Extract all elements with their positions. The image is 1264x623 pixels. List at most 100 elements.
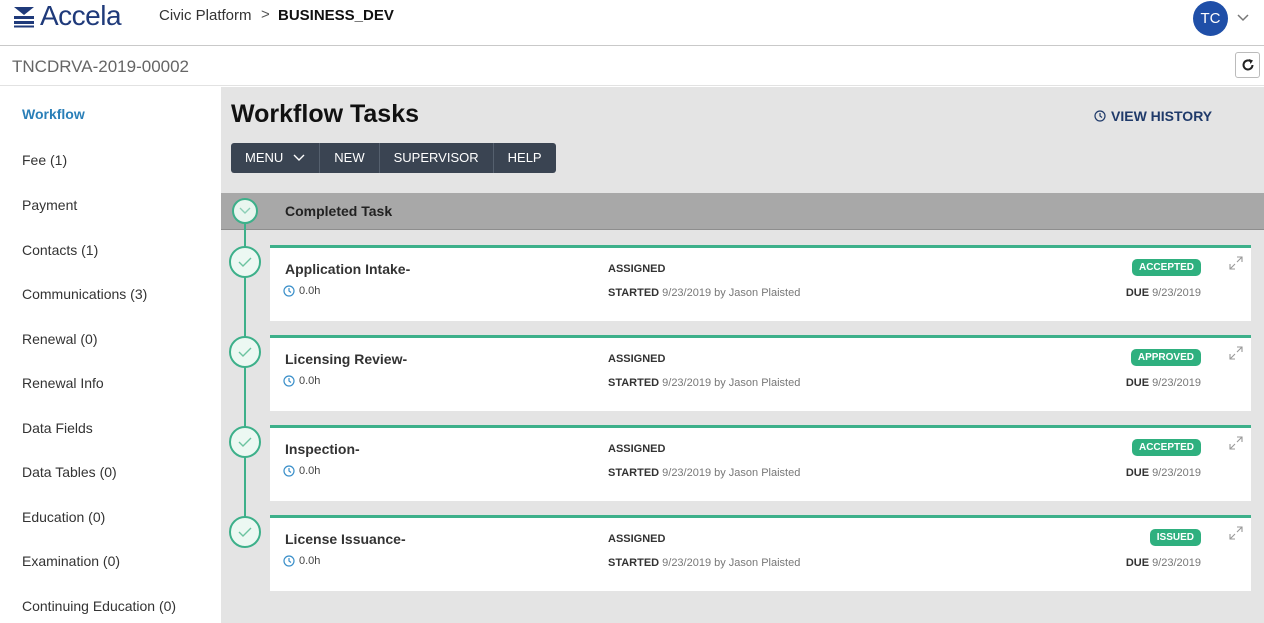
task-due-value: 9/23/2019 (1152, 377, 1201, 389)
task-duration: 0.0h (283, 465, 320, 477)
clock-icon (283, 285, 295, 297)
clock-icon (283, 375, 295, 387)
section-label: Completed Task (285, 203, 393, 219)
task-due-value: 9/23/2019 (1152, 287, 1201, 299)
help-button[interactable]: HELP (494, 143, 556, 173)
task-status-dot (229, 336, 261, 368)
task-due: DUE 9/23/2019 (1126, 377, 1201, 389)
check-icon (238, 257, 252, 267)
sidebar-item-communications[interactable]: Communications (3) (10, 273, 219, 315)
task-started: STARTED 9/23/2019 by Jason Plaisted (608, 377, 800, 389)
task-name[interactable]: Inspection- (285, 441, 360, 457)
expand-icon[interactable] (1228, 435, 1244, 451)
view-history-label: VIEW HISTORY (1111, 108, 1213, 124)
task-due-value: 9/23/2019 (1152, 557, 1201, 569)
task-due-label: DUE (1125, 467, 1150, 479)
menu-button[interactable]: MENU (231, 143, 321, 173)
task-name[interactable]: Licensing Review- (285, 351, 407, 367)
refresh-icon (1242, 59, 1253, 71)
task-due-label: DUE (1125, 377, 1150, 389)
clock-icon (283, 465, 295, 477)
status-badge: ACCEPTED (1131, 259, 1201, 276)
task-started-value: 9/23/2019 by Jason Plaisted (662, 557, 801, 569)
task-duration-value: 0.0h (299, 555, 321, 567)
task-due-label: DUE (1125, 287, 1150, 299)
task-duration-value: 0.0h (299, 465, 321, 477)
top-header: Accela Civic Platform > BUSINESS_DEV TC (0, 0, 1264, 46)
task-due: DUE 9/23/2019 (1126, 287, 1201, 299)
new-button[interactable]: NEW (320, 143, 380, 173)
task-duration-value: 0.0h (299, 375, 321, 387)
sidebar-item-data-fields[interactable]: Data Fields (10, 407, 219, 449)
sidebar-item-fee[interactable]: Fee (1) (10, 139, 219, 181)
sidebar-item-workflow[interactable]: Workflow (10, 93, 219, 135)
task-status-dot (229, 516, 261, 548)
task-started-value: 9/23/2019 by Jason Plaisted (662, 287, 801, 299)
check-icon (238, 437, 252, 447)
task-started: STARTED 9/23/2019 by Jason Plaisted (608, 557, 800, 569)
task-assigned-label: ASSIGNED (608, 443, 666, 455)
refresh-button[interactable] (1235, 52, 1260, 78)
accela-lines-icon (14, 7, 34, 28)
section-toggle[interactable] (232, 198, 258, 224)
supervisor-button[interactable]: SUPERVISOR (380, 143, 494, 173)
task-started-value: 9/23/2019 by Jason Plaisted (662, 467, 801, 479)
sidebar-item-education[interactable]: Education (0) (10, 496, 219, 538)
sidebar-item-contacts[interactable]: Contacts (1) (10, 229, 219, 271)
task-duration-value: 0.0h (299, 285, 321, 297)
avatar[interactable]: TC (1193, 1, 1228, 36)
status-badge: APPROVED (1130, 349, 1201, 366)
sidebar-item-renewal[interactable]: Renewal (0) (10, 318, 219, 360)
sidebar-item-data-tables[interactable]: Data Tables (0) (10, 451, 219, 493)
task-due-value: 9/23/2019 (1152, 467, 1201, 479)
accela-logo[interactable]: Accela (12, 2, 122, 30)
task-duration: 0.0h (283, 285, 320, 297)
workflow-toolbar: MENU NEW SUPERVISOR HELP (231, 143, 556, 173)
expand-icon[interactable] (1228, 345, 1244, 361)
task-started: STARTED 9/23/2019 by Jason Plaisted (608, 467, 800, 479)
breadcrumb-environment[interactable]: BUSINESS_DEV (278, 7, 394, 24)
clock-icon (283, 555, 295, 567)
task-card[interactable]: Licensing Review- 0.0h ASSIGNED STARTED 9… (270, 335, 1251, 411)
sidebar-item-examination[interactable]: Examination (0) (10, 540, 219, 582)
task-due-label: DUE (1125, 557, 1150, 569)
status-badge: ISSUED (1149, 529, 1201, 546)
task-started-value: 9/23/2019 by Jason Plaisted (662, 377, 801, 389)
task-duration: 0.0h (283, 555, 320, 567)
menu-label: MENU (245, 150, 284, 165)
chevron-down-icon[interactable] (1236, 11, 1250, 25)
chevron-down-icon (239, 207, 251, 214)
clock-icon (1094, 110, 1106, 122)
breadcrumb-platform[interactable]: Civic Platform (159, 7, 252, 24)
sidebar-item-continuing-education[interactable]: Continuing Education (0) (10, 585, 219, 623)
breadcrumb-separator: > (261, 6, 270, 23)
task-due: DUE 9/23/2019 (1126, 557, 1201, 569)
view-history-link[interactable]: VIEW HISTORY (1094, 108, 1212, 124)
expand-icon[interactable] (1228, 525, 1244, 541)
page-title: Workflow Tasks (231, 100, 420, 128)
task-assigned-label: ASSIGNED (608, 533, 666, 545)
task-card[interactable]: Application Intake- 0.0h ASSIGNED STARTE… (270, 245, 1251, 321)
task-duration: 0.0h (283, 375, 320, 387)
task-assigned-label: ASSIGNED (608, 263, 666, 275)
task-due: DUE 9/23/2019 (1126, 467, 1201, 479)
task-status-dot (229, 246, 261, 278)
task-card[interactable]: License Issuance- 0.0h ASSIGNED STARTED 9… (270, 515, 1251, 591)
task-started-label: STARTED (608, 287, 660, 299)
sidebar-item-renewal-info[interactable]: Renewal Info (10, 362, 219, 404)
record-id: TNCDRVA-2019-00002 (12, 57, 190, 76)
task-name[interactable]: License Issuance- (285, 531, 406, 547)
task-started-label: STARTED (608, 557, 660, 569)
task-started-label: STARTED (608, 467, 660, 479)
check-icon (238, 527, 252, 537)
sidebar-item-payment[interactable]: Payment (10, 184, 219, 226)
expand-icon[interactable] (1228, 255, 1244, 271)
task-assigned-label: ASSIGNED (608, 353, 666, 365)
chevron-down-icon (293, 154, 305, 161)
check-icon (238, 347, 252, 357)
task-card[interactable]: Inspection- 0.0h ASSIGNED STARTED 9/23/20… (270, 425, 1251, 501)
record-bar: TNCDRVA-2019-00002 (0, 47, 1264, 86)
task-started-label: STARTED (608, 377, 660, 389)
task-name[interactable]: Application Intake- (285, 261, 410, 277)
status-badge: ACCEPTED (1131, 439, 1201, 456)
